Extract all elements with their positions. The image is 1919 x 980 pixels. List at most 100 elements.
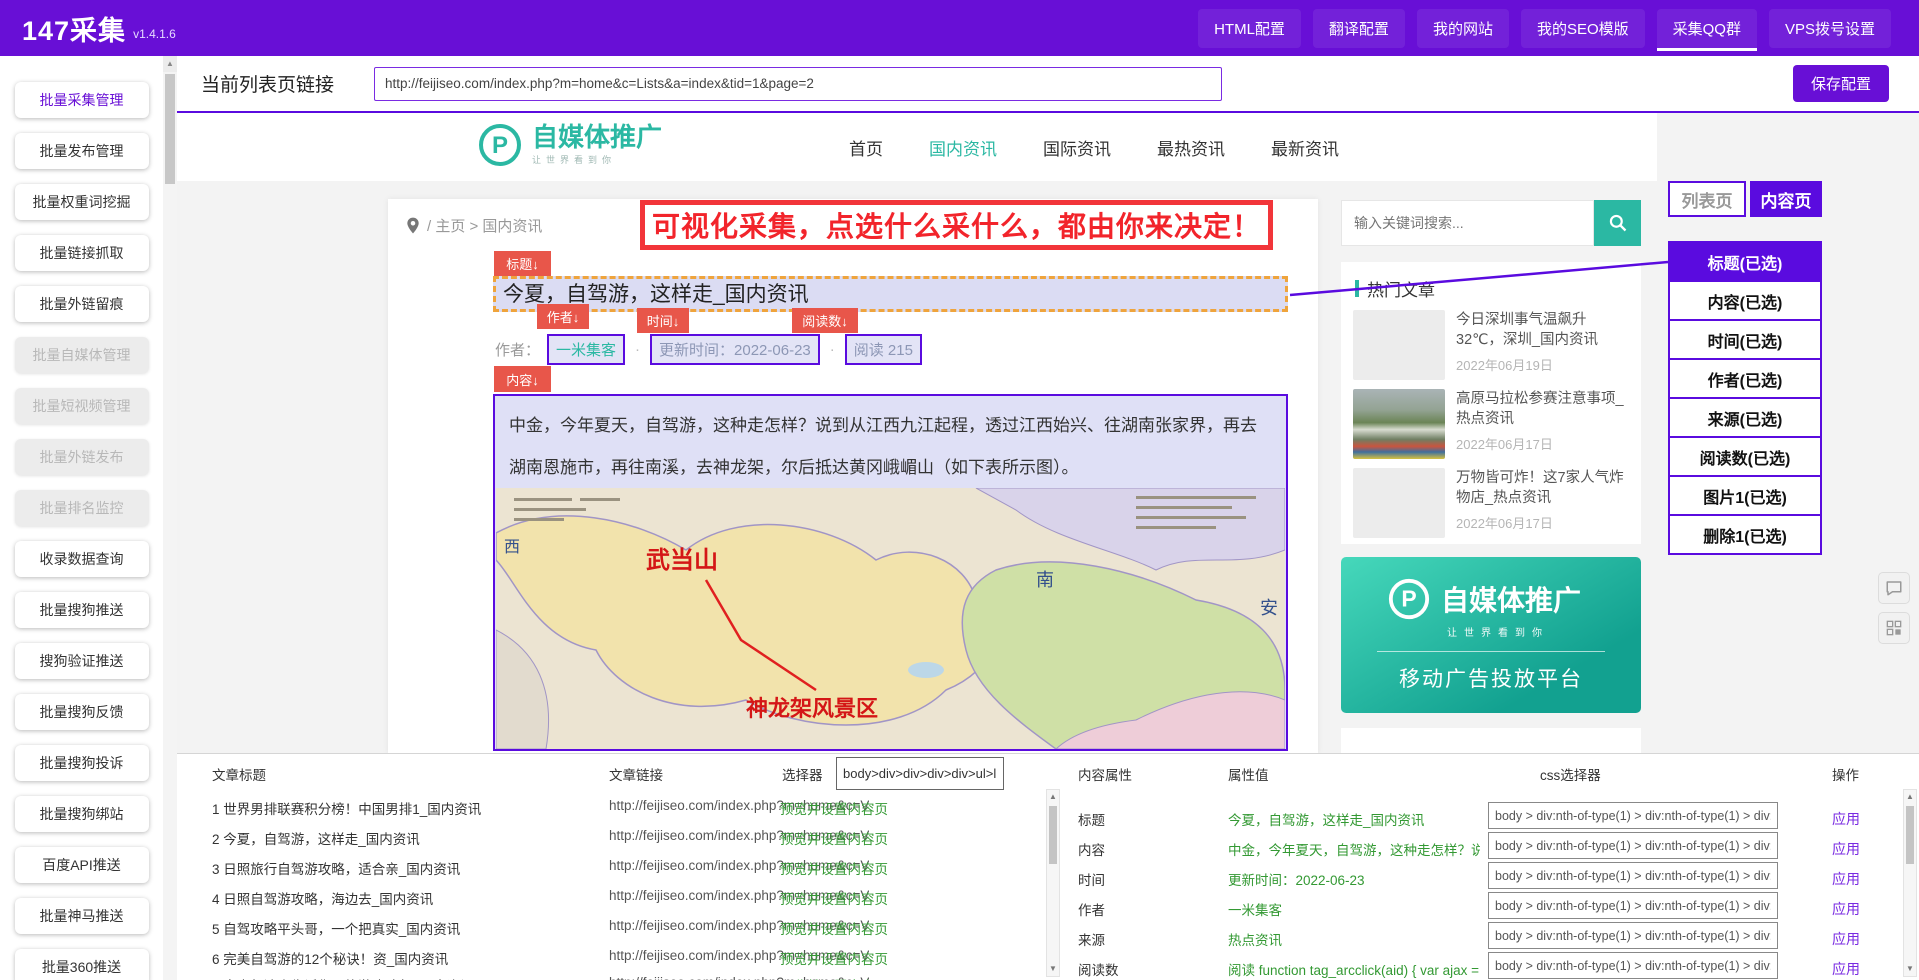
list-item[interactable]: 今日深圳事气温飙升32℃，深圳_国内资讯 2022年06月19日 — [1353, 310, 1631, 380]
list-item[interactable]: 高原马拉松参赛注意事项_热点资讯 2022年06月17日 — [1353, 389, 1631, 459]
top-menu: HTML配置 翻译配置 我的网站 我的SEO模版 采集QQ群 VPS拨号设置 — [1198, 9, 1891, 48]
sidebar-scrollbar[interactable]: ▲ — [163, 56, 177, 980]
apply-link[interactable]: 应用 — [1832, 809, 1860, 829]
selector-image1-button[interactable]: 图片1(已选) — [1668, 475, 1822, 516]
selector-source-button[interactable]: 来源(已选) — [1668, 397, 1822, 438]
menu-item-html-config[interactable]: HTML配置 — [1198, 9, 1301, 48]
author-label: 作者： — [495, 339, 540, 360]
apply-link[interactable]: 应用 — [1832, 899, 1860, 919]
menu-item-my-sites[interactable]: 我的网站 — [1417, 9, 1509, 48]
sidebar-item-keyword-mining[interactable]: 批量权重词挖掘 — [15, 184, 149, 220]
tag-views[interactable]: 阅读数↓ — [792, 308, 858, 333]
site-nav-home[interactable]: 首页 — [849, 135, 883, 160]
author-value-box[interactable]: 一米集客 — [547, 334, 625, 365]
scroll-up-icon[interactable]: ▲ — [1904, 790, 1916, 804]
time-value-box[interactable]: 更新时间：2022-06-23 — [650, 334, 820, 365]
selector-author-button[interactable]: 作者(已选) — [1668, 358, 1822, 399]
menu-item-seo-templates[interactable]: 我的SEO模版 — [1521, 9, 1645, 48]
sidebar-scroll-thumb[interactable] — [165, 74, 175, 184]
article-meta-row: 作者： 一米集客 · 更新时间：2022-06-23 · 阅读 215 — [495, 334, 922, 364]
sidebar-item-backlink-trace[interactable]: 批量外链留痕 — [15, 286, 149, 322]
sidebar-item-360-push[interactable]: 批量360推送 — [15, 949, 149, 980]
ad-logo-row: P 自媒体推广 — [1387, 577, 1641, 621]
site-nav-domestic[interactable]: 国内资讯 — [929, 135, 997, 160]
content-line-1: 中金，今年夏天，自驾游，这种走怎样？说到从江西九江起程，透过江西始兴、往湖南张家… — [509, 411, 1272, 436]
list-selector-input[interactable] — [836, 757, 1004, 790]
css-selector-input[interactable] — [1488, 952, 1778, 979]
attr-value: 阅读 function tag_arcclick(aid) { var ajax… — [1228, 959, 1480, 979]
scroll-thumb[interactable] — [1906, 806, 1914, 864]
css-selector-input[interactable] — [1488, 832, 1778, 859]
sidebar-item-shenma-push[interactable]: 批量神马推送 — [15, 898, 149, 934]
sidebar-item-batch-collect[interactable]: 批量采集管理 — [15, 82, 149, 118]
tab-content-page[interactable]: 内容页 — [1750, 181, 1822, 217]
col-header-article-link: 文章链接 — [609, 764, 663, 784]
sidebar-item-batch-publish[interactable]: 批量发布管理 — [15, 133, 149, 169]
scroll-down-icon[interactable]: ▼ — [1904, 962, 1916, 976]
sidebar-item-baidu-api-push[interactable]: 百度API推送 — [15, 847, 149, 883]
left-sidebar: 批量采集管理 批量发布管理 批量权重词挖掘 批量链接抓取 批量外链留痕 批量自媒… — [0, 56, 163, 980]
col-header-attr-value: 属性值 — [1228, 764, 1269, 784]
tag-author[interactable]: 作者↓ — [537, 304, 589, 329]
list-url-input[interactable] — [374, 67, 1222, 101]
article-title-box[interactable]: 今夏，自驾游，这样走_国内资讯 — [493, 276, 1288, 312]
search-input[interactable] — [1341, 200, 1594, 246]
selector-title-button[interactable]: 标题(已选) — [1668, 241, 1822, 282]
tag-title[interactable]: 标题↓ — [494, 251, 551, 276]
ad-banner[interactable]: P 自媒体推广 让世界看到你 移动广告投放平台 — [1341, 557, 1641, 713]
menu-item-qq-group[interactable]: 采集QQ群 — [1657, 9, 1757, 48]
scroll-up-icon[interactable]: ▲ — [163, 56, 177, 72]
right-table-scrollbar[interactable]: ▲ ▼ — [1903, 789, 1917, 977]
site-logo[interactable]: P 自媒体推广 让世界看到你 — [477, 122, 662, 168]
site-nav-international[interactable]: 国际资讯 — [1043, 135, 1111, 160]
css-selector-input[interactable] — [1488, 892, 1778, 919]
tag-time[interactable]: 时间↓ — [637, 308, 689, 333]
tag-content[interactable]: 内容↓ — [494, 366, 551, 392]
sidebar-item-link-grab[interactable]: 批量链接抓取 — [15, 235, 149, 271]
hot-item-title[interactable]: 高原马拉松参赛注意事项_热点资讯 — [1456, 389, 1631, 429]
hot-item-title[interactable]: 万物皆可炸！这7家人气炸物店_热点资讯 — [1456, 468, 1631, 508]
app-version: v1.4.1.6 — [133, 27, 176, 41]
breadcrumb-text[interactable]: / 主页 > 国内资讯 — [427, 215, 542, 236]
site-nav-latest[interactable]: 最新资讯 — [1271, 135, 1339, 160]
sidebar-item-index-query[interactable]: 收录数据查询 — [15, 541, 149, 577]
sidebar-item-sogou-push[interactable]: 批量搜狗推送 — [15, 592, 149, 628]
sidebar-item-sogou-verify-push[interactable]: 搜狗验证推送 — [15, 643, 149, 679]
scroll-up-icon[interactable]: ▲ — [1047, 790, 1059, 804]
list-item[interactable]: 万物皆可炸！这7家人气炸物店_热点资讯 2022年06月17日 — [1353, 468, 1631, 538]
css-selector-input[interactable] — [1488, 802, 1778, 829]
qr-grid-icon[interactable] — [1878, 612, 1910, 644]
location-pin-icon — [406, 217, 420, 234]
apply-link[interactable]: 应用 — [1832, 929, 1860, 949]
selector-content-button[interactable]: 内容(已选) — [1668, 280, 1822, 321]
chat-bubble-icon[interactable] — [1878, 572, 1910, 604]
save-config-button[interactable]: 保存配置 — [1793, 65, 1889, 102]
css-selector-input[interactable] — [1488, 862, 1778, 889]
selector-time-button[interactable]: 时间(已选) — [1668, 319, 1822, 360]
tab-list-page[interactable]: 列表页 — [1668, 181, 1746, 217]
sidebar-item-sogou-bind[interactable]: 批量搜狗绑站 — [15, 796, 149, 832]
sidebar-item-sogou-feedback[interactable]: 批量搜狗反馈 — [15, 694, 149, 730]
selector-views-button[interactable]: 阅读数(已选) — [1668, 436, 1822, 477]
top-navbar: 147采集 v1.4.1.6 HTML配置 翻译配置 我的网站 我的SEO模版 … — [0, 0, 1919, 56]
menu-item-vps-dial[interactable]: VPS拨号设置 — [1769, 9, 1891, 48]
meta-separator: · — [635, 341, 640, 358]
menu-item-translate-config[interactable]: 翻译配置 — [1313, 9, 1405, 48]
hot-item-text: 万物皆可炸！这7家人气炸物店_热点资讯 2022年06月17日 — [1456, 468, 1631, 538]
apply-link[interactable]: 应用 — [1832, 959, 1860, 979]
svg-text:P: P — [492, 132, 508, 159]
ad-title: 自媒体推广 — [1441, 579, 1581, 619]
article-content-box[interactable]: 中金，今年夏天，自驾游，这种走怎样？说到从江西九江起程，透过江西始兴、往湖南张家… — [493, 394, 1288, 751]
hot-item-title[interactable]: 今日深圳事气温飙升32℃，深圳_国内资讯 — [1456, 310, 1631, 350]
site-nav-hottest[interactable]: 最热资讯 — [1157, 135, 1225, 160]
views-value-box[interactable]: 阅读 215 — [845, 334, 922, 365]
css-selector-input[interactable] — [1488, 922, 1778, 949]
attr-name: 阅读数 — [1078, 959, 1119, 979]
apply-link[interactable]: 应用 — [1832, 839, 1860, 859]
selector-delete1-button[interactable]: 删除1(已选) — [1668, 514, 1822, 555]
ad-slogan: 让世界看到你 — [1447, 624, 1641, 639]
attr-name: 时间 — [1078, 869, 1105, 889]
apply-link[interactable]: 应用 — [1832, 869, 1860, 889]
search-button[interactable] — [1594, 200, 1641, 246]
sidebar-item-sogou-complaint[interactable]: 批量搜狗投诉 — [15, 745, 149, 781]
